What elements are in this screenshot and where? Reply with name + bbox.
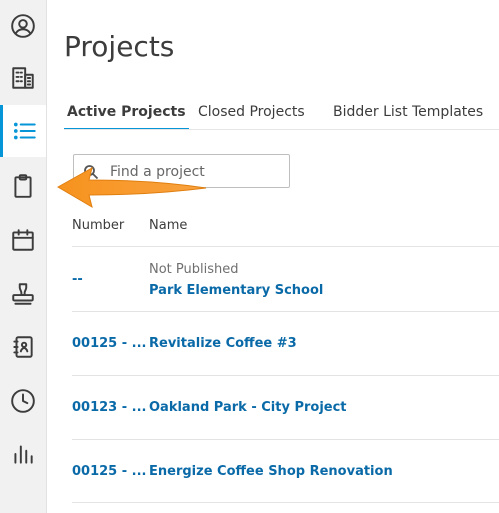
annotation-arrow-icon xyxy=(56,166,207,209)
project-number[interactable]: 00125 - ... xyxy=(72,464,147,479)
user-circle-icon xyxy=(11,14,35,38)
calendar-icon xyxy=(12,229,34,251)
sidebar-item-history[interactable] xyxy=(0,375,46,427)
bar-chart-icon xyxy=(14,445,33,464)
row-divider xyxy=(72,375,499,376)
project-name-link[interactable]: Revitalize Coffee #3 xyxy=(149,336,297,351)
sidebar-item-contacts[interactable] xyxy=(0,321,46,373)
row-divider xyxy=(72,246,499,247)
building-icon xyxy=(12,67,34,89)
tab-active-projects[interactable]: Active Projects xyxy=(64,100,189,130)
row-divider xyxy=(72,439,499,440)
row-divider xyxy=(72,502,499,503)
tabs-divider xyxy=(64,129,499,130)
project-number[interactable]: 00125 - ... xyxy=(72,336,147,351)
column-header-name[interactable]: Name xyxy=(149,218,187,233)
sidebar-item-buildings[interactable] xyxy=(0,52,46,104)
column-header-number[interactable]: Number xyxy=(72,218,124,233)
project-status: Not Published xyxy=(149,262,239,277)
sidebar-item-calendar[interactable] xyxy=(0,214,46,266)
clock-icon xyxy=(11,389,35,413)
stamp-icon xyxy=(12,283,34,305)
project-number[interactable]: 00123 - ... xyxy=(72,400,147,415)
page-title: Projects xyxy=(64,30,175,63)
project-name-link[interactable]: Energize Coffee Shop Renovation xyxy=(149,464,393,479)
clipboard-icon xyxy=(14,174,32,198)
address-book-icon xyxy=(13,336,33,358)
tab-bidder-list-templates[interactable]: Bidder List Templates xyxy=(330,100,486,128)
sidebar-item-stamp[interactable] xyxy=(0,268,46,320)
project-name-link[interactable]: Park Elementary School xyxy=(149,283,323,298)
sidebar-item-profile[interactable] xyxy=(0,0,46,52)
project-number[interactable]: -- xyxy=(72,272,83,287)
sidebar-rail xyxy=(0,0,47,513)
tab-bar: Active Projects Closed Projects Bidder L… xyxy=(64,100,499,130)
sidebar-item-reports[interactable] xyxy=(0,428,46,480)
tab-closed-projects[interactable]: Closed Projects xyxy=(195,100,308,128)
sidebar-item-projects[interactable] xyxy=(0,105,46,157)
project-name-link[interactable]: Oakland Park - City Project xyxy=(149,400,347,415)
sidebar-item-clipboard[interactable] xyxy=(0,160,46,212)
row-divider xyxy=(72,311,499,312)
list-icon xyxy=(13,122,36,140)
